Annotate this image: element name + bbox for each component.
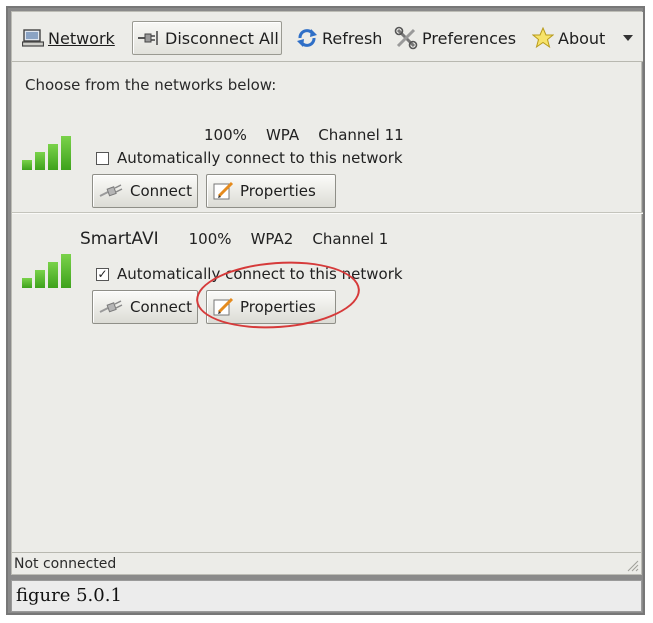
- plug-icon: [99, 184, 123, 197]
- preferences-button[interactable]: Preferences: [390, 21, 520, 55]
- network-security: WPA2: [250, 230, 294, 248]
- network-list-prompt: Choose from the networks below:: [25, 76, 277, 94]
- toolbar: Network Disconnect All Refresh Preferenc…: [12, 12, 643, 62]
- refresh-label: Refresh: [322, 28, 383, 48]
- pencil-note-icon: [213, 181, 234, 200]
- status-bar: Not connected: [12, 552, 641, 574]
- checkmark-icon: ✓: [97, 267, 108, 281]
- figure-caption: figure 5.0.1: [11, 580, 642, 612]
- network-button-label: Network: [48, 28, 115, 48]
- properties-button[interactable]: Properties: [206, 290, 336, 324]
- connect-button-label: Connect: [130, 182, 193, 200]
- auto-connect-row[interactable]: Automatically connect to this network: [96, 149, 403, 167]
- refresh-icon: [297, 29, 317, 47]
- auto-connect-row[interactable]: ✓ Automatically connect to this network: [96, 265, 403, 283]
- network-info: SmartAVI 100% WPA2 Channel 1: [80, 229, 388, 249]
- about-star-icon: [532, 27, 554, 49]
- properties-button[interactable]: Properties: [206, 174, 336, 208]
- auto-connect-label: Automatically connect to this network: [117, 265, 403, 283]
- network-channel: Channel 11: [318, 126, 404, 144]
- network-manager-window: Network Disconnect All Refresh Preferenc…: [11, 11, 643, 575]
- dropdown-arrow-icon: [623, 35, 633, 41]
- auto-connect-label: Automatically connect to this network: [117, 149, 403, 167]
- about-button[interactable]: About: [528, 21, 609, 55]
- network-button[interactable]: Network: [18, 21, 119, 55]
- resize-grip-icon[interactable]: [625, 558, 639, 572]
- network-row: SmartAVI 100% WPA2 Channel 1 ✓ Automatica…: [12, 214, 643, 334]
- status-text: Not connected: [14, 556, 117, 572]
- properties-button-label: Properties: [240, 298, 316, 316]
- preferences-label: Preferences: [422, 28, 517, 48]
- signal-bars-icon: [22, 254, 71, 288]
- signal-bars-icon: [22, 136, 71, 170]
- auto-connect-checkbox[interactable]: [96, 151, 109, 165]
- auto-connect-checkbox[interactable]: ✓: [96, 267, 109, 281]
- network-signal: 100%: [188, 230, 232, 248]
- network-security: WPA: [265, 126, 300, 144]
- network-info: 100% WPA Channel 11: [174, 125, 404, 145]
- disconnect-plug-icon: [138, 31, 158, 45]
- plug-icon: [99, 300, 123, 313]
- toolbar-overflow-button[interactable]: [618, 21, 642, 55]
- pencil-note-icon: [213, 297, 234, 316]
- properties-button-label: Properties: [240, 182, 316, 200]
- connect-button-label: Connect: [130, 298, 193, 316]
- connect-button[interactable]: Connect: [92, 174, 198, 208]
- about-label: About: [558, 28, 606, 48]
- connect-button[interactable]: Connect: [92, 290, 198, 324]
- disconnect-all-label: Disconnect All: [165, 28, 279, 48]
- network-icon: [22, 29, 44, 47]
- disconnect-all-button[interactable]: Disconnect All: [132, 21, 282, 55]
- preferences-tools-icon: [394, 26, 418, 50]
- network-channel: Channel 1: [312, 230, 389, 248]
- network-row: 100% WPA Channel 11 Automatically connec…: [12, 112, 643, 212]
- network-signal: 100%: [204, 126, 247, 144]
- network-ssid: SmartAVI: [80, 229, 159, 249]
- refresh-button[interactable]: Refresh: [292, 21, 386, 55]
